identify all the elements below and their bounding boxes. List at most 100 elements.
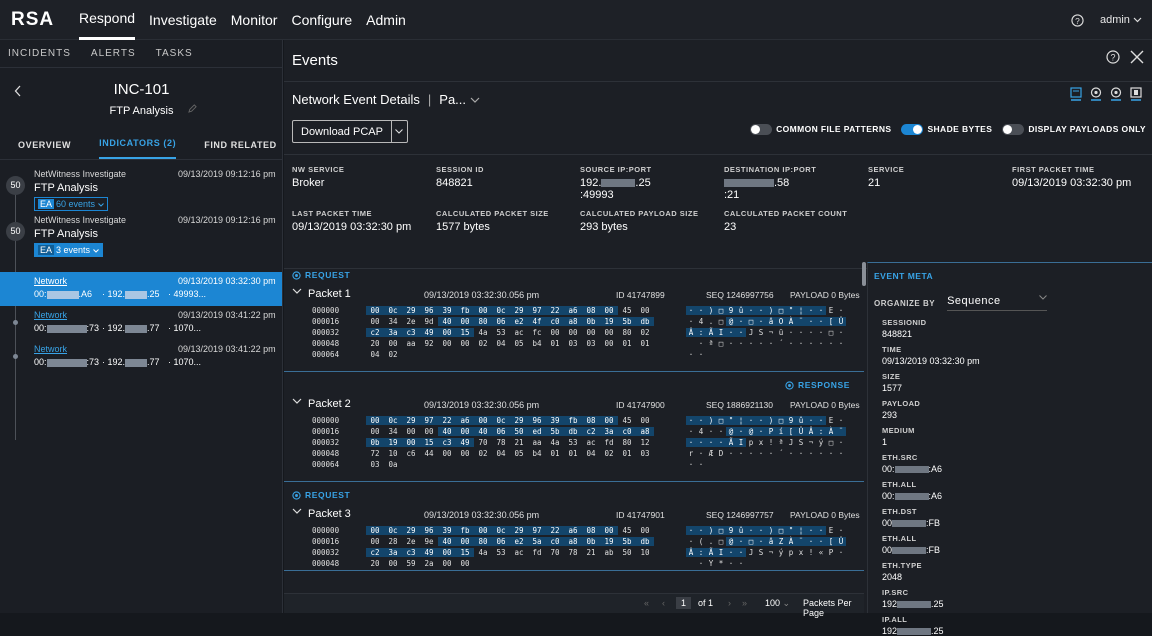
ascii-char[interactable]: · xyxy=(686,438,696,447)
ascii-char[interactable]: ) xyxy=(706,526,716,535)
subtab-incidents[interactable]: INCIDENTS xyxy=(8,48,71,59)
hex-byte[interactable]: 29 xyxy=(402,526,420,535)
ascii-char[interactable]: · xyxy=(756,306,766,315)
nav-investigate[interactable]: Investigate xyxy=(149,0,217,40)
hex-byte[interactable]: 10 xyxy=(636,548,654,557)
ascii-char[interactable]: · xyxy=(756,416,766,425)
ascii-char[interactable]: ü xyxy=(776,328,786,337)
ascii-char[interactable]: □ xyxy=(746,317,756,326)
hex-byte[interactable]: 45 xyxy=(618,306,636,315)
ascii-char[interactable]: I xyxy=(716,328,726,337)
ascii-char[interactable]: Z xyxy=(776,537,786,546)
ascii-char[interactable]: □ xyxy=(716,306,726,315)
subtab-tasks[interactable]: TASKS xyxy=(156,48,193,59)
hex-byte[interactable]: 96 xyxy=(420,306,438,315)
hex-byte[interactable]: 59 xyxy=(402,559,420,568)
ascii-char[interactable]: Û xyxy=(836,537,846,546)
subtab-alerts[interactable]: ALERTS xyxy=(91,48,136,59)
hex-byte[interactable]: 21 xyxy=(510,438,528,447)
ascii-char[interactable]: ¨ xyxy=(796,317,806,326)
hex-byte[interactable]: 0c xyxy=(384,526,402,535)
hex-byte[interactable]: 4a xyxy=(474,548,492,557)
hex-byte[interactable]: 02 xyxy=(474,339,492,348)
ascii-char[interactable]: · xyxy=(756,427,766,436)
hex-byte[interactable]: 15 xyxy=(456,328,474,337)
ascii-char[interactable]: â xyxy=(766,537,776,546)
ascii-char[interactable]: ! xyxy=(766,438,776,447)
ascii-char[interactable]: □ xyxy=(716,537,726,546)
hex-byte[interactable]: a8 xyxy=(636,427,654,436)
ascii-char[interactable]: · xyxy=(756,449,766,458)
hex-byte[interactable]: fb xyxy=(456,306,474,315)
ascii-char[interactable]: ¦ xyxy=(736,416,746,425)
meta-value[interactable]: 1 xyxy=(882,437,1152,447)
ascii-char[interactable]: · xyxy=(736,537,746,546)
hex-byte[interactable]: 00 xyxy=(456,427,474,436)
ascii-char[interactable]: . xyxy=(706,537,716,546)
ascii-char[interactable]: □ xyxy=(776,306,786,315)
hex-byte[interactable]: 12 xyxy=(636,438,654,447)
ascii-char[interactable]: □ xyxy=(826,328,836,337)
ascii-char[interactable]: · xyxy=(746,416,756,425)
ascii-char[interactable]: ¨ xyxy=(796,537,806,546)
ascii-char[interactable]: · xyxy=(796,328,806,337)
hex-byte[interactable]: 01 xyxy=(618,339,636,348)
ascii-char[interactable]: · xyxy=(806,328,816,337)
events-dropdown[interactable]: EA 3 events xyxy=(34,243,103,257)
ascii-char[interactable]: · xyxy=(696,559,706,568)
hex-byte[interactable]: 9d xyxy=(420,317,438,326)
event-row-selected[interactable]: Network 09/13/2019 03:32:30 pm 00: .A6 · 1… xyxy=(0,272,282,306)
meta-value[interactable]: 192.25 xyxy=(882,599,1152,609)
ascii-char[interactable]: ª xyxy=(776,438,786,447)
help-icon[interactable]: ? xyxy=(1071,13,1084,27)
hex-byte[interactable]: 5b xyxy=(546,427,564,436)
hex-byte[interactable]: 4f xyxy=(528,317,546,326)
meta-value[interactable]: 293 xyxy=(882,410,1152,420)
ascii-char[interactable]: · xyxy=(806,317,816,326)
ascii-char[interactable]: 4 xyxy=(696,317,706,326)
ascii-char[interactable]: E xyxy=(826,526,836,535)
ascii-char[interactable]: . xyxy=(706,317,716,326)
hex-byte[interactable]: 28 xyxy=(384,537,402,546)
meta-value[interactable]: 1577 xyxy=(882,383,1152,393)
hex-byte[interactable]: 80 xyxy=(618,328,636,337)
packet-scrollbar[interactable] xyxy=(862,262,866,286)
hex-byte[interactable]: 0b xyxy=(582,537,600,546)
ascii-char[interactable]: · xyxy=(796,339,806,348)
hex-byte[interactable]: 39 xyxy=(546,416,564,425)
hex-byte[interactable]: 00 xyxy=(546,328,564,337)
hex-byte[interactable]: db xyxy=(636,537,654,546)
hex-byte[interactable]: 01 xyxy=(636,339,654,348)
ascii-char[interactable]: · xyxy=(726,559,736,568)
ascii-char[interactable]: p xyxy=(746,438,756,447)
ascii-char[interactable]: Ã xyxy=(706,548,716,557)
nav-configure[interactable]: Configure xyxy=(291,0,352,40)
ascii-char[interactable]: Â xyxy=(686,328,696,337)
ascii-char[interactable]: [ xyxy=(786,427,796,436)
hex-byte[interactable]: ab xyxy=(600,548,618,557)
page-size-select[interactable]: 100 ⌄ xyxy=(765,598,790,609)
hex-byte[interactable]: 00 xyxy=(366,416,384,425)
hex-byte[interactable]: 00 xyxy=(456,559,474,568)
user-menu[interactable]: admin xyxy=(1100,14,1142,26)
ascii-char[interactable]: · xyxy=(746,306,756,315)
ascii-char[interactable]: " xyxy=(786,526,796,535)
shade-bytes-toggle[interactable]: SHADE BYTES xyxy=(901,124,992,136)
ascii-char[interactable]: @ xyxy=(726,427,736,436)
meta-value[interactable]: 00:FB xyxy=(882,518,1152,528)
hex-byte[interactable]: 02 xyxy=(600,449,618,458)
hex-byte[interactable]: 50 xyxy=(510,427,528,436)
hex-byte[interactable]: 10 xyxy=(384,449,402,458)
ascii-char[interactable]: I xyxy=(716,548,726,557)
ascii-char[interactable]: □ xyxy=(716,339,726,348)
ascii-char[interactable]: ý xyxy=(816,438,826,447)
ascii-char[interactable]: À xyxy=(826,427,836,436)
ascii-char[interactable]: · xyxy=(816,306,826,315)
ascii-char[interactable]: Â xyxy=(686,548,696,557)
hex-byte[interactable]: 00 xyxy=(366,317,384,326)
hex-byte[interactable]: 40 xyxy=(438,317,456,326)
ascii-char[interactable]: · xyxy=(816,416,826,425)
hex-byte[interactable]: fc xyxy=(528,328,546,337)
hex-byte[interactable]: 29 xyxy=(402,416,420,425)
hex-byte[interactable]: ed xyxy=(528,427,546,436)
